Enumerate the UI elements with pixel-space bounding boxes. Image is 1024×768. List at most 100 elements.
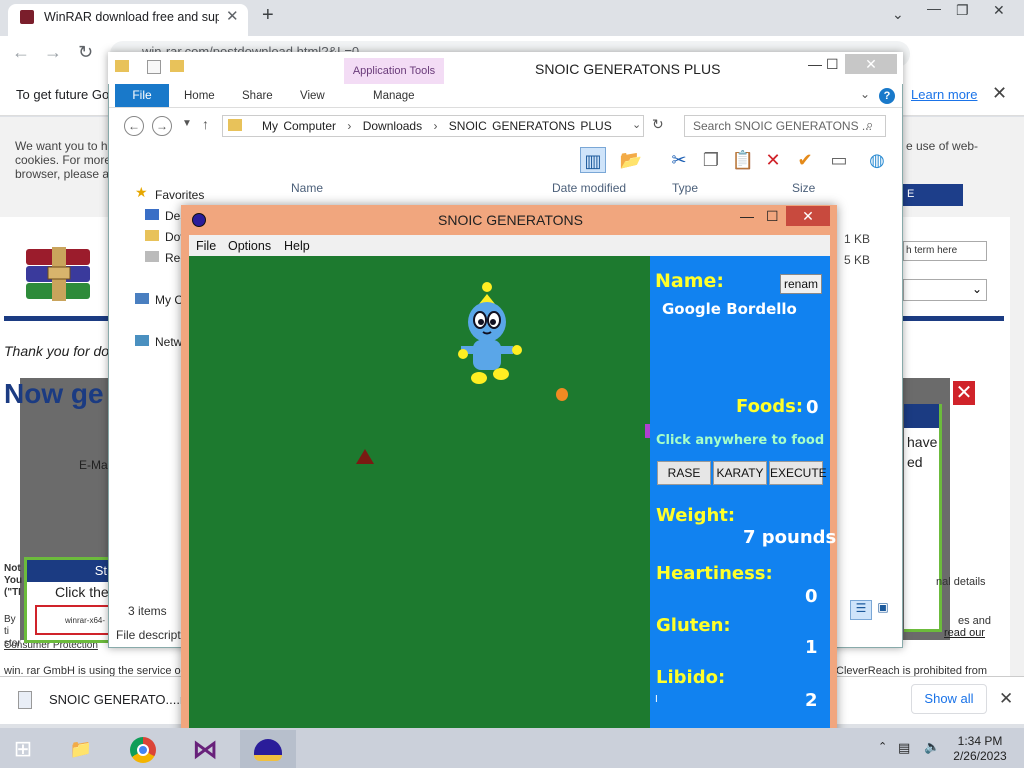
nav-network[interactable]: Netw	[155, 335, 182, 349]
tab-close-icon[interactable]: ✕	[226, 7, 239, 25]
snoic-close-icon[interactable]: ✕	[786, 206, 830, 226]
instruction-text: Click the	[55, 584, 109, 600]
libido-value: 2	[805, 690, 818, 711]
column-date-modified[interactable]: Date modified	[552, 181, 626, 195]
help-icon[interactable]: ?	[879, 88, 895, 104]
file-size: 1 KB	[844, 232, 871, 246]
volume-icon[interactable]: 🔈	[924, 739, 940, 755]
explorer-maximize-icon[interactable]: ☐	[826, 56, 839, 73]
tab-manage[interactable]: Manage	[373, 90, 415, 102]
column-type[interactable]: Type	[672, 181, 698, 195]
preview-pane-icon[interactable]: ▥	[580, 147, 606, 173]
language-select[interactable]: ⌄	[903, 279, 987, 301]
overlay-close-icon[interactable]: ✕	[952, 380, 976, 406]
tab-file[interactable]: File	[115, 84, 169, 107]
start-button-icon[interactable]: ⊞	[0, 730, 46, 768]
delete-icon[interactable]: ✕	[760, 147, 786, 173]
tab-view[interactable]: View	[300, 90, 325, 102]
minimize-icon[interactable]: —	[927, 0, 941, 16]
chao-pet-sprite[interactable]	[455, 280, 527, 390]
cookie-bar-text: To get future Go	[16, 87, 110, 102]
winrar-file-item[interactable]: winrar-x64-	[35, 605, 111, 635]
clock[interactable]: 1:34 PM 2/26/2023	[948, 734, 1012, 764]
consent-button[interactable]: E	[903, 184, 963, 206]
network-tray-icon[interactable]: ▤	[898, 740, 910, 756]
chrome-taskbar-icon[interactable]	[120, 730, 166, 768]
restore-icon[interactable]: ❐	[956, 2, 969, 19]
snoic-minimize-icon[interactable]: —	[740, 208, 754, 224]
karaty-button[interactable]: KARATY	[713, 461, 767, 485]
winrar-favicon-icon	[20, 10, 34, 24]
nav-my-computer[interactable]: My C	[155, 293, 183, 307]
consumer-link[interactable]: read our	[944, 627, 985, 639]
rase-button[interactable]: RASE	[657, 461, 711, 485]
large-icons-view-icon[interactable]: ▣	[874, 600, 892, 620]
up-icon[interactable]: ↑	[202, 116, 209, 132]
new-tab-icon[interactable]: +	[262, 4, 274, 27]
column-name[interactable]: Name	[291, 181, 323, 195]
back-icon[interactable]: ←	[12, 42, 30, 63]
reload-icon[interactable]: ↻	[78, 42, 93, 63]
breadcrumb[interactable]: My Computer › Downloads › SNOIC GENERATO…	[262, 119, 612, 133]
explorer-search-input[interactable]: Search SNOIC GENERATONS ...	[684, 115, 886, 137]
explorer-back-icon[interactable]: ←	[124, 116, 144, 136]
heartiness-value: 0	[805, 586, 818, 607]
details-view-icon[interactable]: ☰	[850, 600, 872, 620]
food-fruit-icon[interactable]	[556, 388, 568, 401]
forward-icon[interactable]: →	[44, 42, 62, 63]
computer-icon	[135, 293, 149, 304]
show-all-button[interactable]: Show all	[911, 684, 987, 714]
show-hidden-icons-icon[interactable]: ⌃	[878, 740, 887, 753]
recent-locations-icon[interactable]: ▼	[182, 118, 192, 129]
tab-home[interactable]: Home	[184, 90, 215, 102]
network-globe-icon[interactable]: ◍	[864, 147, 890, 173]
visual-studio-taskbar-icon[interactable]: ⋈	[182, 730, 228, 768]
address-dropdown-icon[interactable]: ⌄	[632, 118, 641, 131]
explorer-close-icon[interactable]: ✕	[845, 54, 897, 74]
close-icon[interactable]: ✕	[993, 2, 1005, 19]
download-item[interactable]: SNOIC GENERATO....rar	[49, 692, 196, 707]
explorer-forward-icon[interactable]: →	[152, 116, 172, 136]
open-folder-icon[interactable]: 📂	[618, 147, 644, 173]
rename-button[interactable]: renam	[780, 274, 822, 294]
menu-help[interactable]: Help	[284, 239, 310, 253]
download-bar-close-icon[interactable]: ✕	[999, 689, 1013, 709]
note-text-right-2: es and	[958, 615, 992, 627]
breadcrumb-my-computer[interactable]: My Computer	[262, 119, 336, 133]
libido-label: Libido:	[656, 667, 726, 688]
food-triangle-icon[interactable]	[356, 449, 374, 464]
file-explorer-taskbar-icon[interactable]: 📁	[58, 730, 104, 768]
network-icon	[135, 335, 149, 346]
paste-icon[interactable]: 📋	[730, 147, 756, 173]
explorer-minimize-icon[interactable]: —	[808, 56, 822, 72]
properties-check-icon[interactable]: ✔	[792, 147, 818, 173]
column-size[interactable]: Size	[792, 181, 815, 195]
file-description: File descripti	[116, 628, 184, 642]
tab-share[interactable]: Share	[242, 90, 273, 102]
snoic-maximize-icon[interactable]: ☐	[766, 208, 779, 225]
learn-more-link[interactable]: Learn more	[911, 87, 977, 102]
rename-icon[interactable]: ▭	[826, 147, 852, 173]
breadcrumb-downloads[interactable]: Downloads	[363, 119, 422, 133]
tab-search-icon[interactable]: ⌄	[892, 6, 904, 23]
winrar-logo-icon	[26, 247, 90, 301]
game-field[interactable]	[189, 256, 650, 728]
refresh-icon[interactable]: ↻	[652, 116, 664, 133]
nav-favorites[interactable]: Favorites	[155, 188, 204, 202]
snoic-taskbar-icon[interactable]	[240, 730, 296, 768]
execute-button[interactable]: EXECUTE	[769, 461, 827, 485]
copy-icon[interactable]: ❐	[698, 147, 724, 173]
application-tools-tab[interactable]: Application Tools	[344, 58, 444, 84]
properties-icon[interactable]	[147, 60, 161, 74]
new-folder-icon[interactable]	[170, 60, 184, 72]
cookie-close-icon[interactable]: ✕	[992, 83, 1007, 104]
name-label: Name:	[655, 270, 725, 292]
page-search-input[interactable]: h term here	[903, 241, 987, 261]
food-hint: Click anywhere to food	[656, 433, 825, 448]
cut-icon[interactable]: ✂	[666, 147, 692, 173]
breadcrumb-snoic[interactable]: SNOIC GENERATONS PLUS	[449, 119, 612, 133]
menu-file[interactable]: File	[196, 239, 216, 253]
page-scrollbar[interactable]	[1010, 117, 1024, 677]
menu-options[interactable]: Options	[228, 239, 271, 253]
ribbon-expand-icon[interactable]: ⌄	[860, 87, 870, 101]
